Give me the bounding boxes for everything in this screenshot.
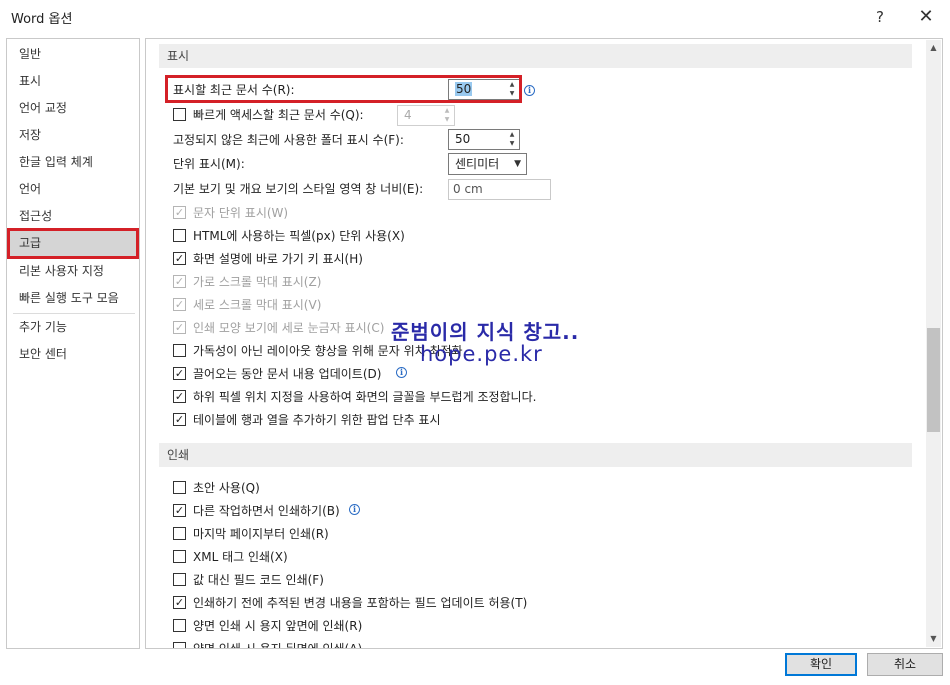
checkbox-duplex-back[interactable] xyxy=(173,642,186,648)
sidebar-item-trust-center[interactable]: 보안 센터 xyxy=(7,341,139,368)
label-vertical-ruler: 인쇄 모양 보기에 세로 눈금자 표시(C) xyxy=(193,321,385,335)
unpinned-folders-value: 50 xyxy=(455,132,471,146)
ok-button[interactable]: 확인 xyxy=(785,653,857,676)
scroll-down-icon[interactable]: ▼ xyxy=(926,631,941,647)
checkbox-update-while-dragging[interactable]: ✓ xyxy=(173,367,186,380)
checkbox-table-popup-buttons[interactable]: ✓ xyxy=(173,413,186,426)
checkbox-vertical-ruler[interactable]: ✓ xyxy=(173,321,186,334)
sidebar-item-accessibility[interactable]: 접근성 xyxy=(7,203,139,230)
sidebar-item-quick-access-toolbar[interactable]: 빠른 실행 도구 모음 xyxy=(7,285,139,312)
vertical-scrollbar[interactable]: ▲ ▼ xyxy=(926,40,941,647)
style-pane-label: 기본 보기 및 개요 보기의 스타일 영역 창 너비(E): xyxy=(173,182,424,196)
sidebar-item-advanced[interactable]: 고급 xyxy=(7,228,139,259)
watermark-url: hope.pe.kr xyxy=(420,342,543,366)
info-icon[interactable]: i xyxy=(524,85,535,96)
checkbox-shortcut-keys[interactable]: ✓ xyxy=(173,252,186,265)
label-subpixel-positioning: 하위 픽셀 위치 지정을 사용하여 화면의 글꼴을 부드럽게 조정합니다. xyxy=(193,390,537,404)
info-icon[interactable]: i xyxy=(396,367,407,378)
checkbox-reverse-order[interactable] xyxy=(173,527,186,540)
label-xml-tags: XML 태그 인쇄(X) xyxy=(193,550,288,564)
scrollbar-thumb[interactable] xyxy=(927,328,940,432)
label-update-while-dragging: 끌어오는 동안 문서 내용 업데이트(D) xyxy=(193,367,382,381)
label-draft: 초안 사용(Q) xyxy=(193,481,260,495)
highlight-annotation xyxy=(165,75,522,103)
label-reverse-order: 마지막 페이지부터 인쇄(R) xyxy=(193,527,329,541)
label-update-tracked-fields: 인쇄하기 전에 추적된 변경 내용을 포함하는 필드 업데이트 허용(T) xyxy=(193,596,528,610)
label-background-print: 다른 작업하면서 인쇄하기(B) xyxy=(193,504,340,518)
label-shortcut-keys: 화면 설명에 바로 가기 키 표시(H) xyxy=(193,252,363,266)
help-button[interactable]: ? xyxy=(862,4,898,30)
sidebar-item-add-ins[interactable]: 추가 기능 xyxy=(7,314,139,341)
section-header-display: 표시 xyxy=(159,44,912,68)
units-label: 단위 표시(M): xyxy=(173,157,245,171)
checkbox-subpixel-positioning[interactable]: ✓ xyxy=(173,390,186,403)
sidebar: 일반 표시 언어 교정 저장 한글 입력 체계 언어 접근성 고급 리본 사용자… xyxy=(6,38,140,649)
sidebar-item-proofing[interactable]: 언어 교정 xyxy=(7,95,139,122)
label-duplex-back: 양면 인쇄 시 용지 뒤면에 인쇄(A) xyxy=(193,642,363,649)
info-icon[interactable]: i xyxy=(349,504,360,515)
checkbox-layout-optimize[interactable] xyxy=(173,344,186,357)
sidebar-item-customize-ribbon[interactable]: 리본 사용자 지정 xyxy=(7,258,139,285)
chevron-down-icon: ▼ xyxy=(514,159,521,169)
spin-arrows-icon[interactable]: ▲ ▼ xyxy=(505,130,519,149)
quick-access-checkbox[interactable] xyxy=(173,108,186,121)
checkbox-html-pixels[interactable] xyxy=(173,229,186,242)
checkbox-xml-tags[interactable] xyxy=(173,550,186,563)
checkbox-duplex-front[interactable] xyxy=(173,619,186,632)
sidebar-item-korean-input[interactable]: 한글 입력 체계 xyxy=(7,149,139,176)
section-header-print: 인쇄 xyxy=(159,443,912,467)
checkbox-vertical-scrollbar[interactable]: ✓ xyxy=(173,298,186,311)
units-dropdown[interactable]: 센티미터 ▼ xyxy=(448,153,527,175)
quick-access-spinner[interactable]: 4 ▲ ▼ xyxy=(397,105,455,126)
quick-access-value: 4 xyxy=(404,108,412,122)
unpinned-folders-label: 고정되지 않은 최근에 사용한 폴더 표시 수(F): xyxy=(173,133,404,147)
label-duplex-front: 양면 인쇄 시 용지 앞면에 인쇄(R) xyxy=(193,619,363,633)
units-value: 센티미터 xyxy=(455,157,500,171)
checkbox-draft[interactable] xyxy=(173,481,186,494)
checkbox-horizontal-scrollbar[interactable]: ✓ xyxy=(173,275,186,288)
cancel-button[interactable]: 취소 xyxy=(867,653,943,676)
watermark-text: 준범이의 지식 창고.. xyxy=(391,320,580,344)
label-vertical-scrollbar: 세로 스크롤 막대 표시(V) xyxy=(193,298,322,312)
unpinned-folders-spinner[interactable]: 50 ▲ ▼ xyxy=(448,129,520,150)
sidebar-item-save[interactable]: 저장 xyxy=(7,122,139,149)
sidebar-item-display[interactable]: 표시 xyxy=(7,68,139,95)
label-char-units: 문자 단위 표시(W) xyxy=(193,206,289,220)
label-horizontal-scrollbar: 가로 스크롤 막대 표시(Z) xyxy=(193,275,322,289)
checkbox-background-print[interactable]: ✓ xyxy=(173,504,186,517)
close-button[interactable]: ✕ xyxy=(908,4,944,30)
style-pane-width-input[interactable]: 0 cm xyxy=(448,179,551,200)
title-bar: Word 옵션 ? ✕ xyxy=(0,0,950,34)
window-title: Word 옵션 xyxy=(11,12,73,27)
spin-arrows-icon[interactable]: ▲ ▼ xyxy=(440,106,454,125)
label-table-popup-buttons: 테이블에 행과 열을 추가하기 위한 팝업 단추 표시 xyxy=(193,413,441,427)
checkbox-field-codes[interactable] xyxy=(173,573,186,586)
scroll-up-icon[interactable]: ▲ xyxy=(926,40,941,56)
checkbox-update-tracked-fields[interactable]: ✓ xyxy=(173,596,186,609)
sidebar-item-language[interactable]: 언어 xyxy=(7,176,139,203)
checkbox-char-units[interactable]: ✓ xyxy=(173,206,186,219)
quick-access-label: 빠르게 액세스할 최근 문서 수(Q): xyxy=(193,108,364,122)
label-html-pixels: HTML에 사용하는 픽셀(px) 단위 사용(X) xyxy=(193,229,405,243)
label-field-codes: 값 대신 필드 코드 인쇄(F) xyxy=(193,573,324,587)
sidebar-item-general[interactable]: 일반 xyxy=(7,41,139,68)
